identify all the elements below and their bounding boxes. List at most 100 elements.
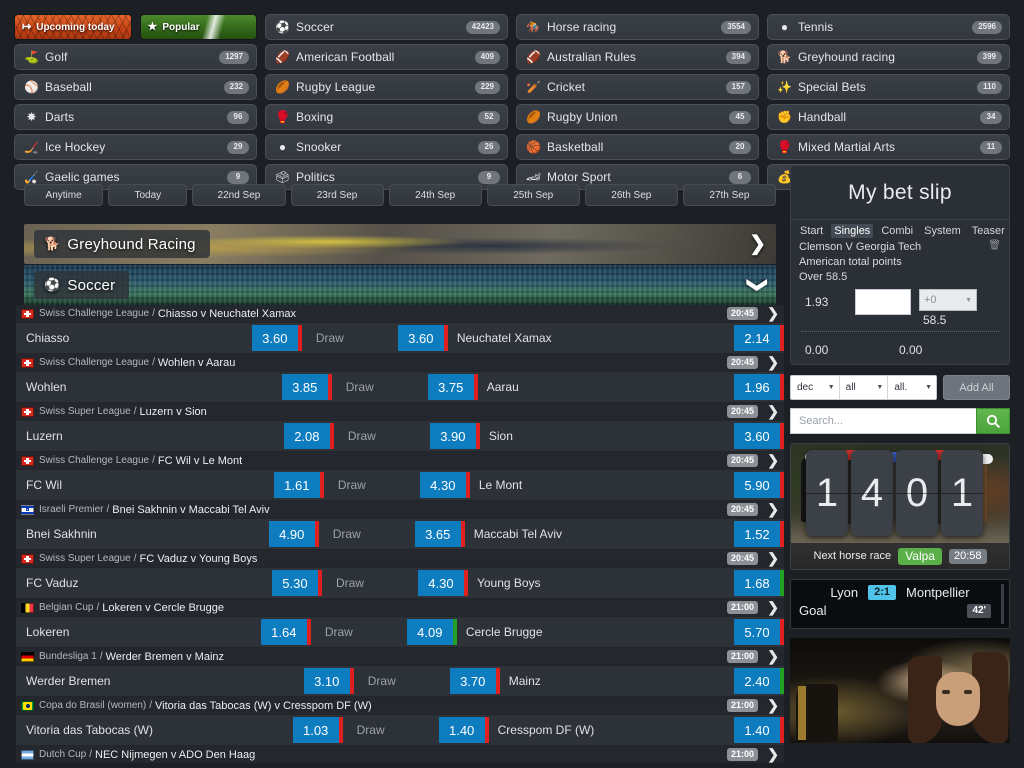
- sidebar-item-tennis[interactable]: ● Tennis 2596: [767, 14, 1010, 40]
- odds-home-button[interactable]: 3.85: [281, 374, 332, 400]
- sidebar-item-rugby-league[interactable]: 🏉 Rugby League 229: [265, 74, 508, 100]
- chevron-right-icon[interactable]: ❯: [767, 403, 779, 420]
- date-filter-anytime[interactable]: Anytime: [24, 184, 104, 206]
- tab-combi[interactable]: Combi: [878, 224, 916, 238]
- sidebar-item-cricket[interactable]: 🏏 Cricket 157: [516, 74, 759, 100]
- odds-draw-button[interactable]: 4.09: [406, 619, 457, 645]
- odds-away-button[interactable]: 3.60: [734, 423, 784, 449]
- sidebar-item-american-football[interactable]: 🏈 American Football 409: [265, 44, 508, 70]
- date-filter-today[interactable]: Today: [108, 184, 188, 206]
- odds-filter-select-2[interactable]: all ▼: [840, 376, 889, 399]
- promo-photo[interactable]: [790, 638, 1010, 743]
- odds-draw-button[interactable]: 3.60: [397, 325, 448, 351]
- league-header-row[interactable]: Dutch Cup / NEC Nijmegen v ADO Den Haag 21:…: [16, 746, 784, 763]
- date-filter-24th-sep[interactable]: 24th Sep: [388, 184, 482, 206]
- odds-draw-button[interactable]: 4.30: [419, 472, 470, 498]
- odds-away-button[interactable]: 1.52: [734, 521, 784, 547]
- banner-greyhound-racing[interactable]: 🐕 Greyhound Racing ❯: [24, 224, 776, 264]
- odds-away-button[interactable]: 5.70: [734, 619, 784, 645]
- sidebar-item-baseball[interactable]: ⚾ Baseball 232: [14, 74, 257, 100]
- league-header-row[interactable]: Swiss Super League / Luzern v Sion 20:45 ❯: [16, 403, 784, 420]
- sidebar-item-mixed-martial-arts[interactable]: 🥊 Mixed Martial Arts 11: [767, 134, 1010, 160]
- odds-filter-select-3[interactable]: all. ▼: [888, 376, 936, 399]
- date-filter-22nd-sep[interactable]: 22nd Sep: [192, 184, 286, 206]
- league-header-row[interactable]: Copa do Brasil (women) / Vitoria das Taboc…: [16, 697, 784, 714]
- sidebar-item-australian-rules[interactable]: 🏈 Australian Rules 394: [516, 44, 759, 70]
- chevron-down-icon[interactable]: ❯: [747, 277, 769, 294]
- date-filter-27th-sep[interactable]: 27th Sep: [682, 184, 776, 206]
- league-header-row[interactable]: Belgian Cup / Lokeren v Cercle Brugge 21:00…: [16, 599, 784, 616]
- add-all-button[interactable]: Add All: [943, 375, 1010, 400]
- odds-home-button[interactable]: 5.30: [271, 570, 322, 596]
- sidebar-item-greyhound-racing[interactable]: 🐕 Greyhound racing 399: [767, 44, 1010, 70]
- chevron-right-icon[interactable]: ❯: [767, 501, 779, 518]
- odds-away-button[interactable]: 1.68: [734, 570, 784, 596]
- chevron-right-icon[interactable]: ❯: [767, 599, 779, 616]
- tab-singles[interactable]: Singles: [831, 224, 874, 238]
- odds-home-button[interactable]: 3.10: [303, 668, 354, 694]
- odds-away-button[interactable]: 1.40: [734, 717, 784, 743]
- date-filter-25th-sep[interactable]: 25th Sep: [486, 184, 580, 206]
- sidebar-item-handball[interactable]: ✊ Handball 34: [767, 104, 1010, 130]
- line-adjust-select[interactable]: +0 ▼: [919, 289, 977, 311]
- odds-home-button[interactable]: 3.60: [251, 325, 302, 351]
- chevron-right-icon[interactable]: ❯: [767, 354, 779, 371]
- trash-icon[interactable]: 🗑: [988, 240, 1001, 251]
- league-header-row[interactable]: Bundesliga 1/Werder Bremen v Mainz 21:00 ❯: [16, 648, 784, 665]
- search-icon[interactable]: [976, 408, 1010, 434]
- chevron-right-icon[interactable]: ❯: [767, 697, 779, 714]
- home-team-name: Wohlen: [26, 380, 67, 394]
- sidebar-item-soccer[interactable]: ⚽ Soccer 42423: [265, 14, 508, 40]
- tab-system[interactable]: System: [921, 224, 964, 238]
- chevron-right-icon[interactable]: ❯: [767, 550, 779, 567]
- sidebar-item-special-bets[interactable]: ✨ Special Bets 110: [767, 74, 1010, 100]
- chevron-right-icon[interactable]: ❯: [749, 234, 766, 254]
- tab-upcoming-today[interactable]: ↦ Upcoming today: [14, 14, 132, 40]
- chevron-right-icon[interactable]: ❯: [767, 452, 779, 469]
- odds-home-button[interactable]: 1.03: [292, 717, 343, 743]
- sidebar-item-golf[interactable]: ⛳ Golf 1297: [14, 44, 257, 70]
- tab-start[interactable]: Start: [797, 224, 826, 238]
- sidebar-item-snooker[interactable]: ● Snooker 26: [265, 134, 508, 160]
- tab-teaser[interactable]: Teaser: [969, 224, 1008, 238]
- odds-filter-select-1[interactable]: dec ▼: [791, 376, 840, 399]
- banner-soccer[interactable]: ⚽ Soccer ❯: [24, 265, 776, 305]
- race-venue-badge[interactable]: Valpa: [898, 547, 942, 565]
- chevron-right-icon[interactable]: ❯: [767, 305, 779, 322]
- odds-draw-button[interactable]: 1.40: [438, 717, 489, 743]
- live-score-widget[interactable]: Lyon 2:1 Montpellier Goal 42': [790, 579, 1010, 629]
- odds-draw-button[interactable]: 3.90: [429, 423, 480, 449]
- chevron-right-icon[interactable]: ❯: [767, 648, 779, 665]
- odds-draw-button[interactable]: 3.70: [449, 668, 500, 694]
- sidebar-item-basketball[interactable]: 🏀 Basketball 20: [516, 134, 759, 160]
- league-header-row[interactable]: Swiss Super League / FC Vaduz v Young Boys…: [16, 550, 784, 567]
- league-header-row[interactable]: Swiss Challenge League / Chiasso v Neuchat…: [16, 305, 784, 322]
- bet-slip-panel: My bet slip Start Singles Combi System Tease…: [790, 165, 1010, 365]
- odds-away-button[interactable]: 5.90: [734, 472, 784, 498]
- date-filter-26th-sep[interactable]: 26th Sep: [584, 184, 678, 206]
- next-race-widget[interactable]: 1401 Next horse race Valpa 20:58: [790, 443, 1010, 570]
- odds-draw-button[interactable]: 4.30: [417, 570, 468, 596]
- odds-home-button[interactable]: 2.08: [283, 423, 334, 449]
- search-input[interactable]: Search...: [790, 408, 976, 434]
- odds-draw-button[interactable]: 3.75: [427, 374, 478, 400]
- league-header-row[interactable]: Swiss Challenge League / Wohlen v Aarau 20:…: [16, 354, 784, 371]
- odds-away-button[interactable]: 1.96: [734, 374, 784, 400]
- stake-input[interactable]: [855, 289, 911, 315]
- chevron-right-icon[interactable]: ❯: [767, 746, 779, 763]
- sidebar-item-ice-hockey[interactable]: 🏒 Ice Hockey 29: [14, 134, 257, 160]
- odds-draw-button[interactable]: 3.65: [414, 521, 465, 547]
- sidebar-item-rugby-union[interactable]: 🏉 Rugby Union 45: [516, 104, 759, 130]
- sidebar-item-boxing[interactable]: 🥊 Boxing 52: [265, 104, 508, 130]
- league-header-row[interactable]: Israeli Premier / Bnei Sakhnin v Maccabi T…: [16, 501, 784, 518]
- odds-home-button[interactable]: 4.90: [268, 521, 319, 547]
- tab-popular[interactable]: ★ Popular: [139, 14, 257, 40]
- sidebar-item-darts[interactable]: ✸ Darts 96: [14, 104, 257, 130]
- league-header-row[interactable]: Swiss Challenge League / FC Wil v Le Mont 2…: [16, 452, 784, 469]
- date-filter-23rd-sep[interactable]: 23rd Sep: [290, 184, 384, 206]
- odds-home-button[interactable]: 1.61: [273, 472, 324, 498]
- odds-home-button[interactable]: 1.64: [260, 619, 311, 645]
- sidebar-item-horse-racing[interactable]: 🏇 Horse racing 3554: [516, 14, 759, 40]
- odds-away-button[interactable]: 2.40: [734, 668, 784, 694]
- odds-away-button[interactable]: 2.14: [734, 325, 784, 351]
